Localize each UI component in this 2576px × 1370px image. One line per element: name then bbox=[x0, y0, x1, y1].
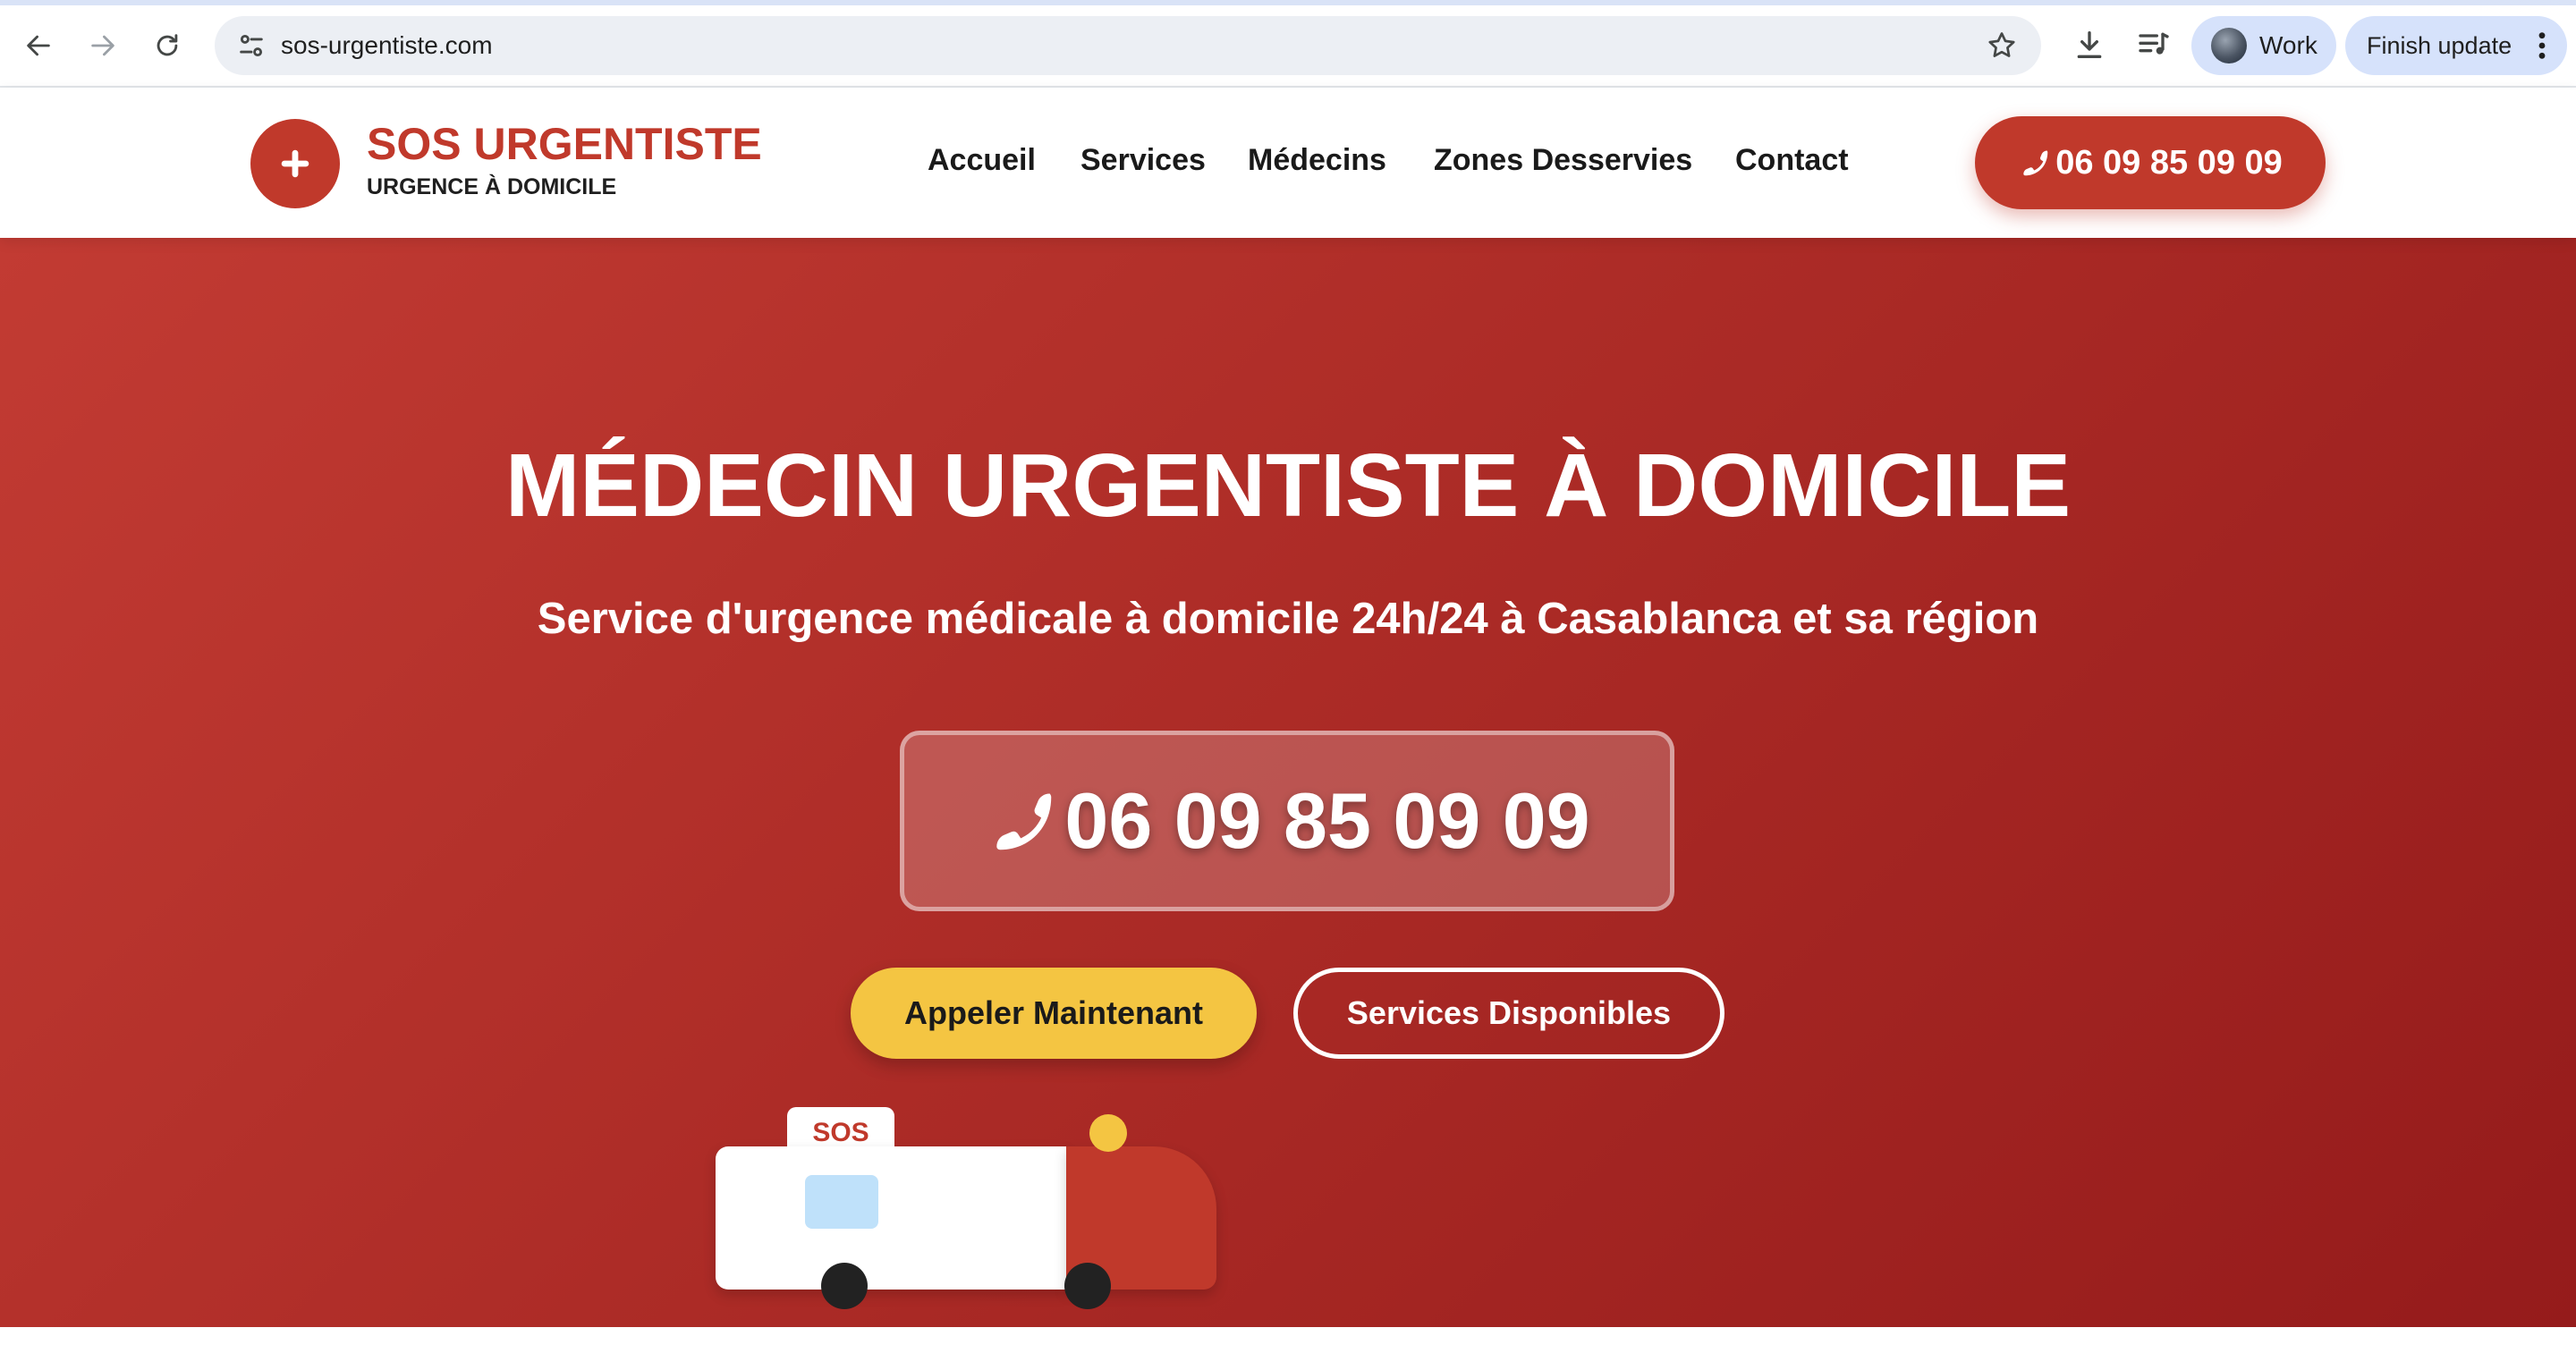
address-bar[interactable]: sos-urgentiste.com bbox=[215, 16, 2041, 75]
reload-button[interactable] bbox=[147, 25, 188, 66]
phone-icon bbox=[996, 793, 1052, 850]
site-header: SOS URGENTISTE URGENCE À DOMICILE Accuei… bbox=[0, 88, 2576, 238]
tune-icon[interactable] bbox=[236, 30, 267, 61]
header-phone-number: 06 09 85 09 09 bbox=[2055, 143, 2283, 182]
ambulance-body bbox=[716, 1146, 1068, 1290]
call-now-button[interactable]: Appeler Maintenant bbox=[851, 968, 1257, 1059]
hero-title: MÉDECIN URGENTISTE À DOMICILE bbox=[504, 436, 2072, 536]
nav-medecins[interactable]: Médecins bbox=[1248, 143, 1386, 178]
nav-services[interactable]: Services bbox=[1080, 143, 1206, 178]
finish-update-button[interactable]: Finish update bbox=[2345, 16, 2567, 75]
arrow-right-icon bbox=[91, 35, 114, 56]
reload-icon bbox=[157, 34, 178, 56]
ambulance-siren-light bbox=[1089, 1114, 1127, 1152]
profile-button[interactable]: Work bbox=[2191, 16, 2336, 75]
ambulance-illustration: SOS bbox=[707, 1107, 1225, 1327]
kebab-icon[interactable] bbox=[2533, 30, 2551, 61]
hero-section: MÉDECIN URGENTISTE À DOMICILE Service d'… bbox=[0, 238, 2576, 1327]
tab-strip-edge bbox=[0, 0, 2576, 5]
hero-phone-box[interactable]: 06 09 85 09 09 bbox=[900, 731, 1674, 911]
download-icon[interactable] bbox=[2072, 27, 2107, 63]
hero-phone-number: 06 09 85 09 09 bbox=[1064, 776, 1590, 865]
ambulance-wheel bbox=[821, 1263, 868, 1309]
update-label: Finish update bbox=[2367, 31, 2512, 59]
nav-accueil[interactable]: Accueil bbox=[928, 143, 1036, 178]
star-icon[interactable] bbox=[1986, 30, 2018, 62]
nav-contact[interactable]: Contact bbox=[1735, 143, 1849, 178]
forward-button[interactable] bbox=[82, 25, 123, 66]
arrow-left-icon bbox=[27, 35, 50, 56]
ambulance-window bbox=[805, 1175, 878, 1229]
playlist-icon[interactable] bbox=[2136, 27, 2172, 63]
logo[interactable] bbox=[250, 119, 340, 208]
hero-subtitle: Service d'urgence médicale à domicile 24… bbox=[537, 595, 2039, 643]
ambulance-wheel bbox=[1064, 1263, 1111, 1309]
back-button[interactable] bbox=[18, 25, 59, 66]
page-below-hero bbox=[0, 1327, 2576, 1370]
profile-label: Work bbox=[2259, 31, 2318, 59]
avatar bbox=[2211, 28, 2247, 63]
url-text[interactable]: sos-urgentiste.com bbox=[281, 16, 493, 75]
services-button[interactable]: Services Disponibles bbox=[1293, 968, 1724, 1059]
medical-cross-icon bbox=[281, 149, 309, 178]
logo-title[interactable]: SOS URGENTISTE bbox=[367, 118, 762, 170]
header-phone-button[interactable]: 06 09 85 09 09 bbox=[1975, 116, 2326, 209]
nav-zones-desservies[interactable]: Zones Desservies bbox=[1434, 143, 1692, 178]
phone-icon bbox=[2023, 150, 2048, 176]
logo-subtitle: URGENCE À DOMICILE bbox=[367, 174, 617, 199]
browser-toolbar: sos-urgentiste.com Work Finish update bbox=[0, 0, 2576, 88]
